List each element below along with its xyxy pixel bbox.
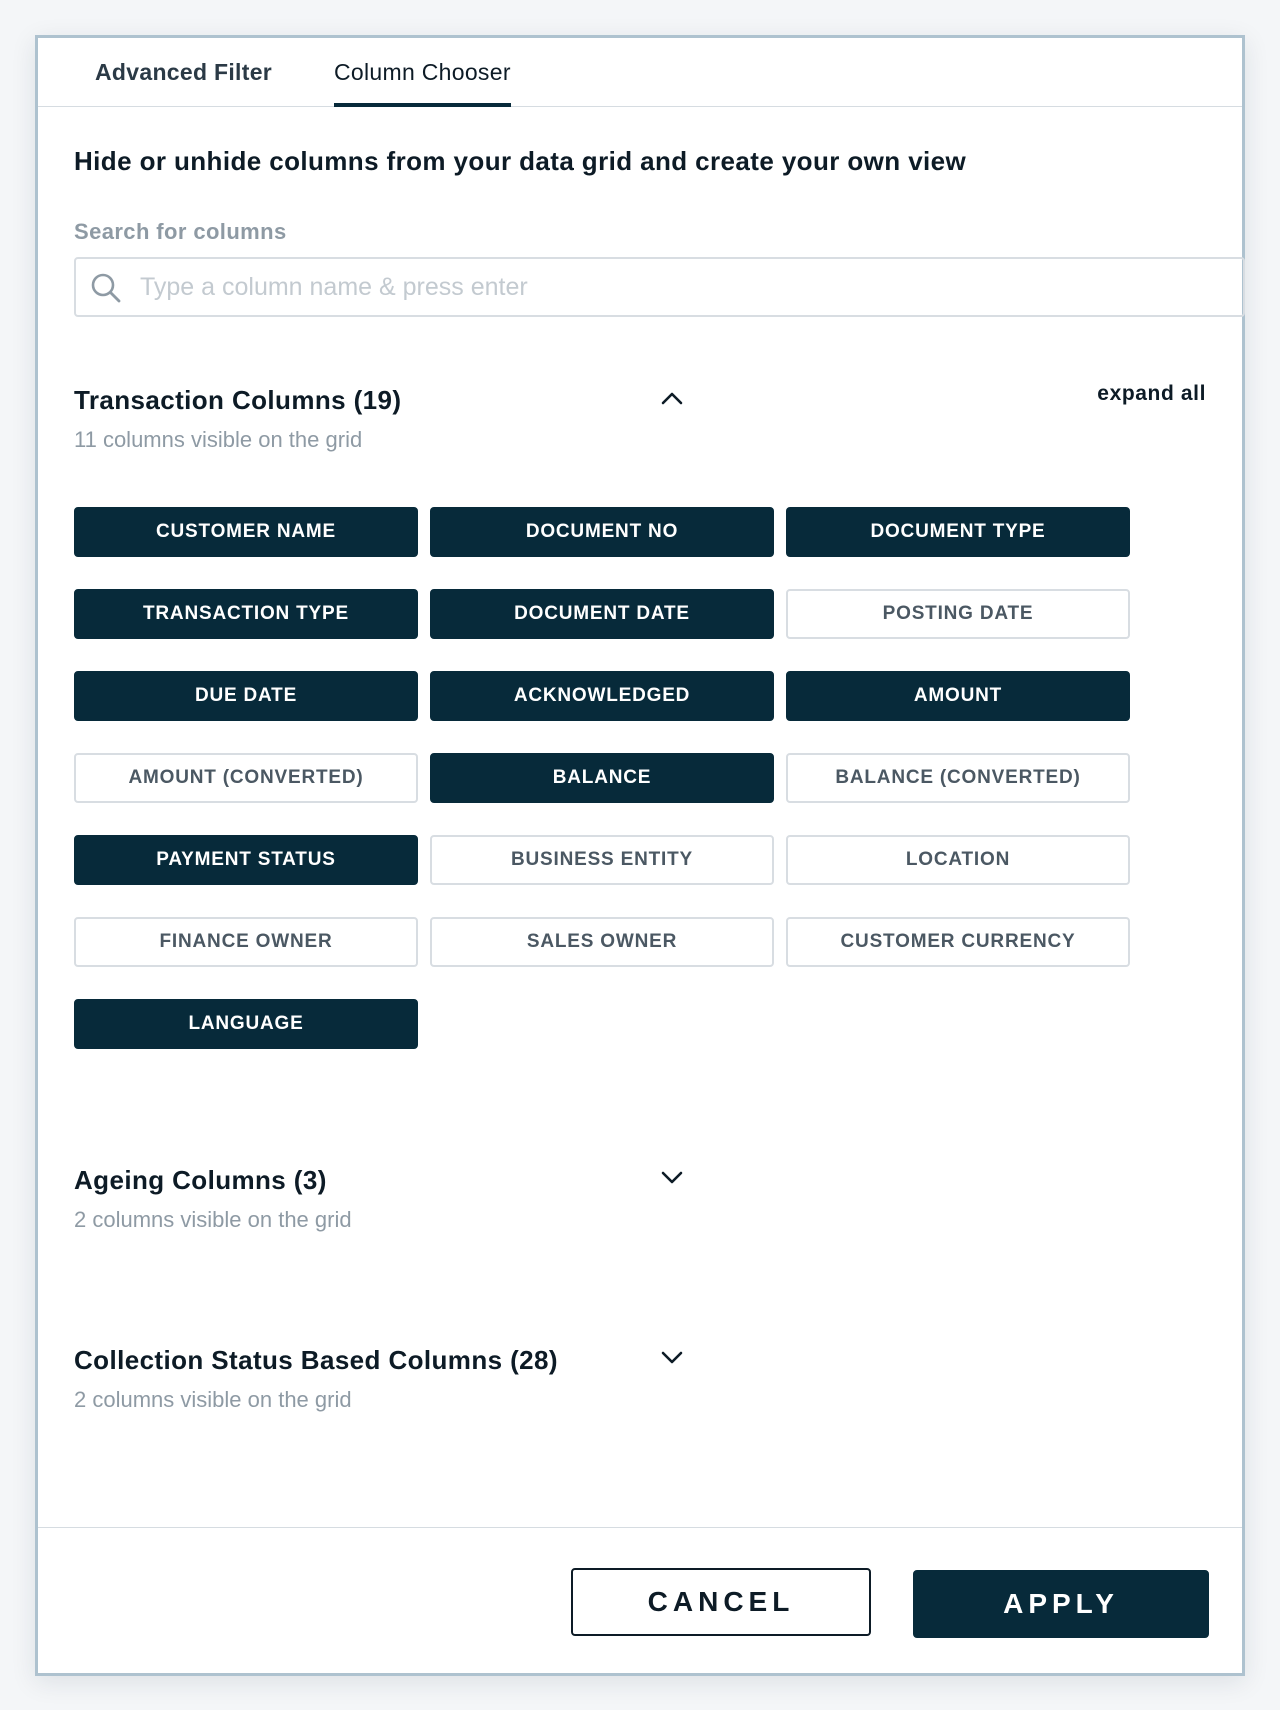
tab-advanced-filter[interactable]: Advanced Filter <box>95 59 272 107</box>
column-chip[interactable]: BALANCE (CONVERTED) <box>786 753 1130 803</box>
column-chip-grid: CUSTOMER NAME DOCUMENT NO DOCUMENT TYPE TRA… <box>74 507 1144 1049</box>
column-chip[interactable]: DOCUMENT DATE <box>430 589 774 639</box>
column-chip[interactable]: LOCATION <box>786 835 1130 885</box>
section-subtitle-transaction: 11 columns visible on the grid <box>74 427 363 452</box>
section-title-ageing: Ageing Columns (3) <box>74 1165 327 1195</box>
column-chip[interactable]: SALES OWNER <box>430 917 774 967</box>
column-chip[interactable]: BUSINESS ENTITY <box>430 835 774 885</box>
column-chip[interactable]: PAYMENT STATUS <box>74 835 418 885</box>
dialog-footer: CANCEL APPLY <box>38 1527 1242 1673</box>
column-chip[interactable]: LANGUAGE <box>74 999 418 1049</box>
search-label: Search for columns <box>74 219 287 244</box>
chevron-down-icon[interactable] <box>658 1163 686 1191</box>
column-chip[interactable]: TRANSACTION TYPE <box>74 589 418 639</box>
column-chip[interactable]: CUSTOMER NAME <box>74 507 418 557</box>
search-input[interactable] <box>140 261 1230 313</box>
dialog-headline: Hide or unhide columns from your data gr… <box>74 146 967 176</box>
chevron-down-icon[interactable] <box>658 1343 686 1371</box>
column-chip[interactable]: DUE DATE <box>74 671 418 721</box>
expand-all-link[interactable]: expand all <box>1097 382 1206 406</box>
column-chip[interactable]: FINANCE OWNER <box>74 917 418 967</box>
section-subtitle-ageing: 2 columns visible on the grid <box>74 1207 352 1232</box>
column-chip[interactable]: ACKNOWLEDGED <box>430 671 774 721</box>
search-box <box>74 257 1245 317</box>
section-subtitle-collection-status: 2 columns visible on the grid <box>74 1387 352 1412</box>
column-chip[interactable]: POSTING DATE <box>786 589 1130 639</box>
section-title-transaction: Transaction Columns (19) <box>74 385 402 415</box>
apply-button[interactable]: APPLY <box>913 1570 1209 1638</box>
search-icon <box>91 273 121 303</box>
section-title-collection-status: Collection Status Based Columns (28) <box>74 1345 558 1375</box>
column-chip[interactable]: DOCUMENT NO <box>430 507 774 557</box>
column-chip[interactable]: BALANCE <box>430 753 774 803</box>
column-chip[interactable]: AMOUNT <box>786 671 1130 721</box>
column-chip[interactable]: DOCUMENT TYPE <box>786 507 1130 557</box>
column-chooser-dialog: Advanced Filter Column Chooser Hide or u… <box>35 35 1245 1676</box>
chevron-up-icon[interactable] <box>658 385 686 413</box>
cancel-button[interactable]: CANCEL <box>571 1568 871 1636</box>
column-chip[interactable]: CUSTOMER CURRENCY <box>786 917 1130 967</box>
tab-column-chooser[interactable]: Column Chooser <box>334 59 511 107</box>
column-chip[interactable]: AMOUNT (CONVERTED) <box>74 753 418 803</box>
tab-bar: Advanced Filter Column Chooser <box>38 38 1242 107</box>
